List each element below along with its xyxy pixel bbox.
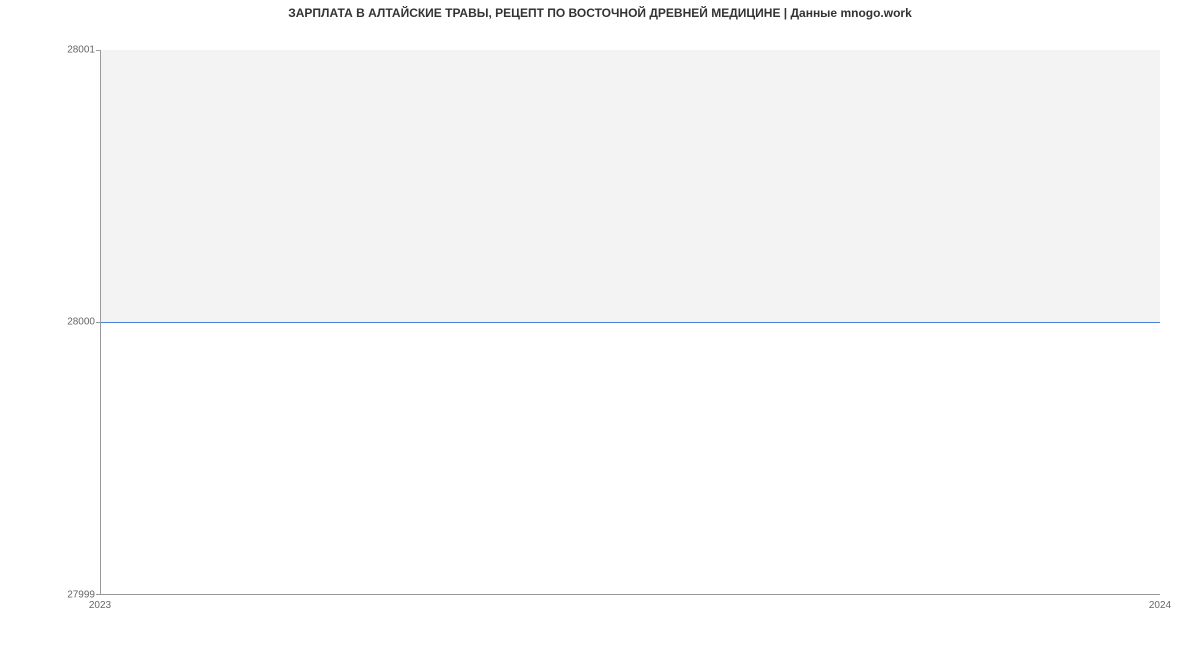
x-tick-right: 2024: [1149, 600, 1171, 611]
y-tick-mid: 28000: [67, 317, 95, 328]
chart-container: ЗАРПЛАТА В АЛТАЙСКИЕ ТРАВЫ, РЕЦЕПТ ПО ВО…: [0, 0, 1200, 650]
chart-title: ЗАРПЛАТА В АЛТАЙСКИЕ ТРАВЫ, РЕЦЕПТ ПО ВО…: [0, 6, 1200, 20]
y-tick-bottom: 27999: [67, 590, 95, 601]
chart-line: [101, 322, 1160, 323]
chart-fill: [101, 50, 1160, 322]
y-tick-top: 28001: [67, 45, 95, 56]
plot-area: [100, 50, 1160, 595]
x-tick-left: 2023: [89, 600, 111, 611]
y-tick-mark: [96, 594, 101, 595]
